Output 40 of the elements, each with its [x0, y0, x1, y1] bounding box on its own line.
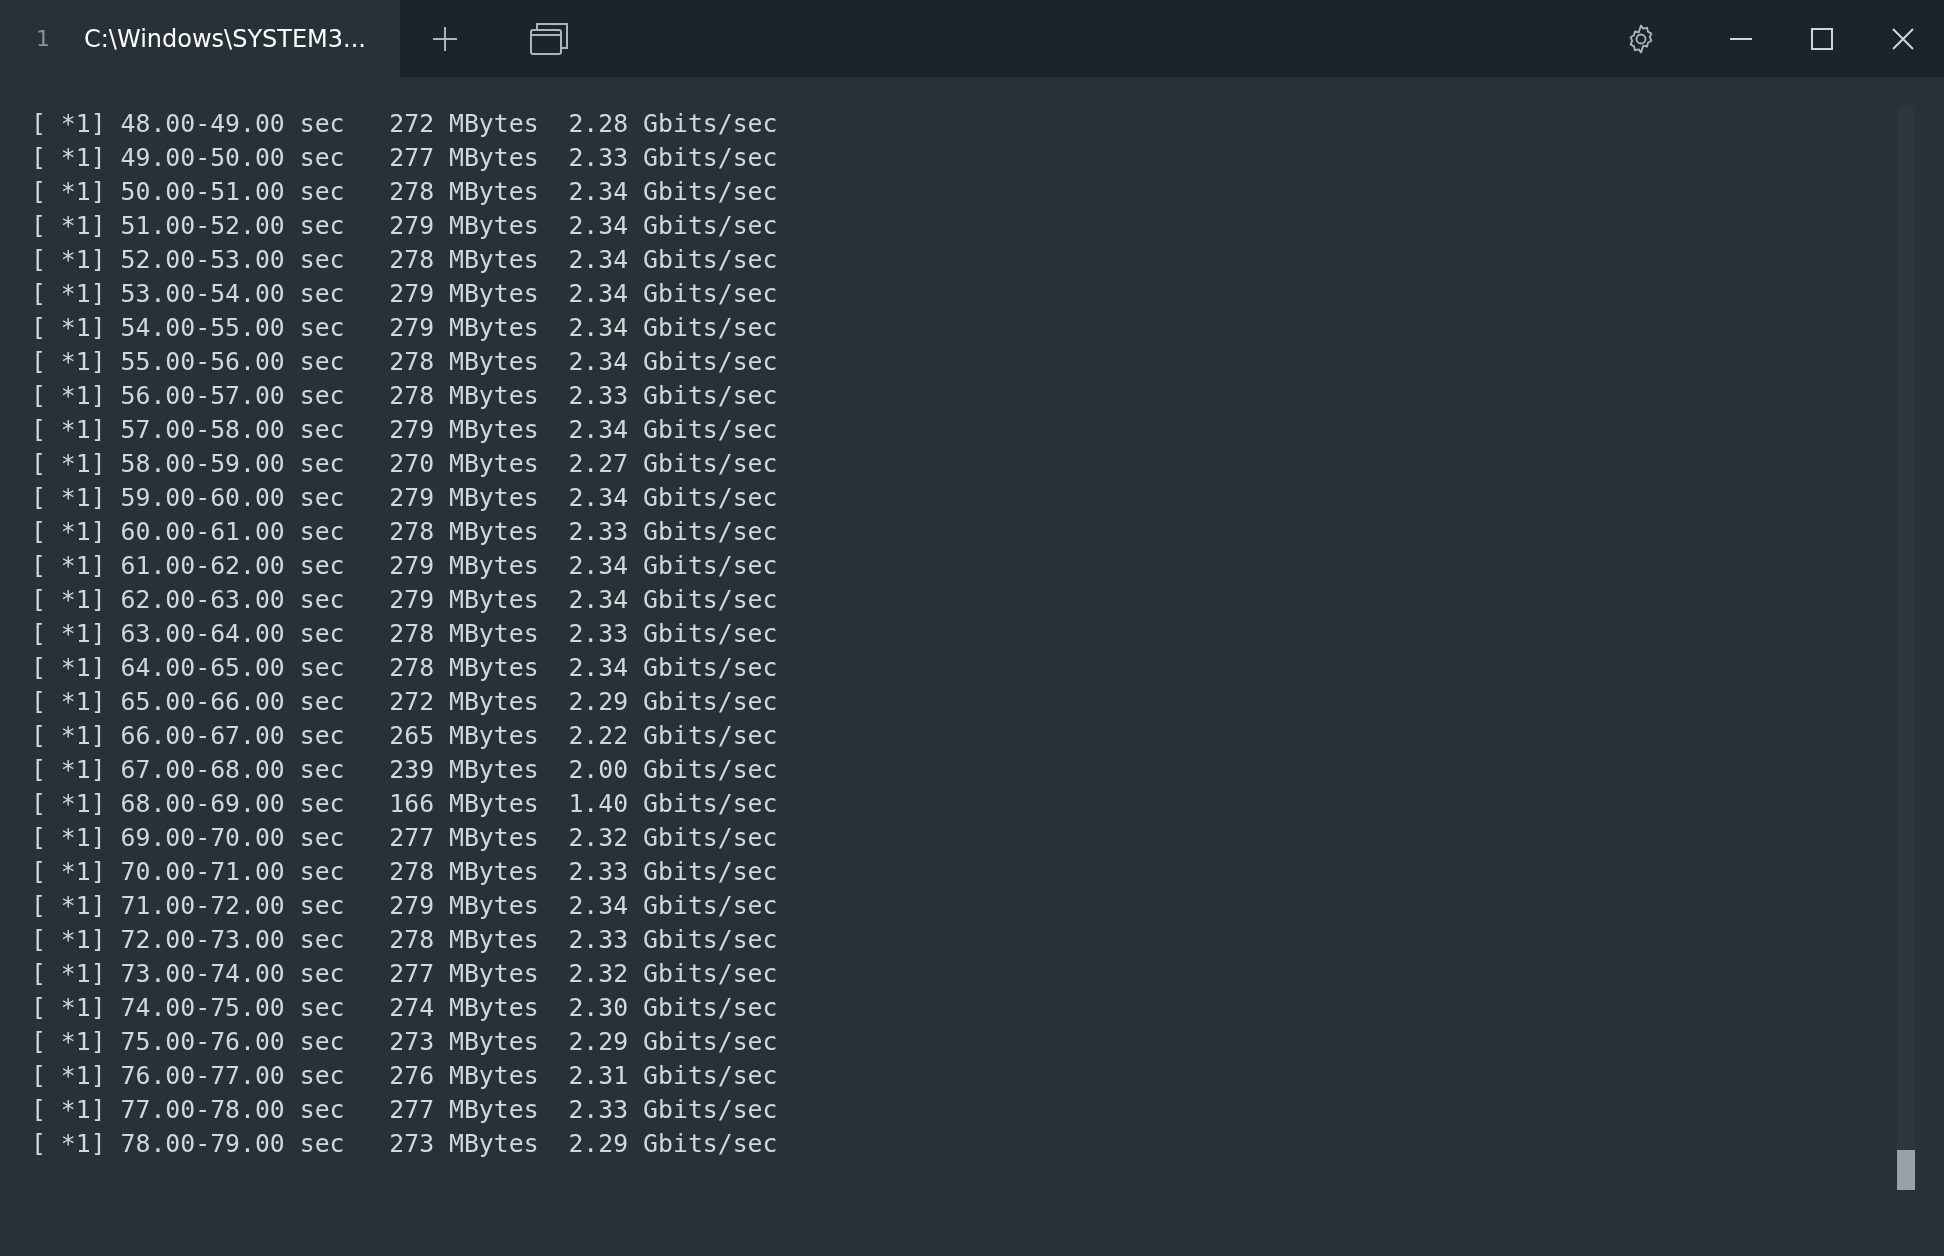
terminal-output-line: [ *1] 62.00-63.00 sec 279 MBytes 2.34 Gbits/sec — [31, 584, 779, 616]
terminal-output-line: [ *1] 73.00-74.00 sec 277 MBytes 2.32 Gbits/sec — [31, 958, 779, 990]
terminal-output-line: [ *1] 58.00-59.00 sec 270 MBytes 2.27 Gbits/sec — [31, 448, 779, 480]
terminal-output-line: [ *1] 51.00-52.00 sec 279 MBytes 2.34 Gbits/sec — [31, 210, 779, 242]
terminal-output-line: [ *1] 76.00-77.00 sec 276 MBytes 2.31 Gbits/sec — [31, 1060, 779, 1092]
terminal-output-line: [ *1] 64.00-65.00 sec 278 MBytes 2.34 Gbits/sec — [31, 652, 779, 684]
terminal-output-line: [ *1] 59.00-60.00 sec 279 MBytes 2.34 Gbits/sec — [31, 482, 779, 514]
terminal-output-line: [ *1] 48.00-49.00 sec 272 MBytes 2.28 Gbits/sec — [31, 108, 779, 140]
terminal-tab[interactable]: 1 C:\Windows\SYSTEM3... — [0, 0, 400, 77]
terminal-output-line: [ *1] 61.00-62.00 sec 279 MBytes 2.34 Gbits/sec — [31, 550, 779, 582]
terminal-output-line: [ *1] 50.00-51.00 sec 278 MBytes 2.34 Gbits/sec — [31, 176, 779, 208]
tab-number: 1 — [36, 26, 50, 51]
terminal-output-line: [ *1] 55.00-56.00 sec 278 MBytes 2.34 Gbits/sec — [31, 346, 779, 378]
terminal-output-line: [ *1] 60.00-61.00 sec 278 MBytes 2.33 Gbits/sec — [31, 516, 779, 548]
terminal-output-line: [ *1] 74.00-75.00 sec 274 MBytes 2.30 Gbits/sec — [31, 992, 779, 1024]
terminal-output-line: [ *1] 49.00-50.00 sec 277 MBytes 2.33 Gbits/sec — [31, 142, 779, 174]
close-icon[interactable] — [1892, 27, 1914, 50]
terminal-output-line: [ *1] 66.00-67.00 sec 265 MBytes 2.22 Gbits/sec — [31, 720, 779, 752]
terminal-output-line: [ *1] 78.00-79.00 sec 273 MBytes 2.29 Gbits/sec — [31, 1128, 779, 1160]
terminal-output-line: [ *1] 52.00-53.00 sec 278 MBytes 2.34 Gbits/sec — [31, 244, 779, 276]
terminal-output-line: [ *1] 57.00-58.00 sec 279 MBytes 2.34 Gbits/sec — [31, 414, 779, 446]
terminal-output-line: [ *1] 68.00-69.00 sec 166 MBytes 1.40 Gbits/sec — [31, 788, 779, 820]
terminal-output-line: [ *1] 77.00-78.00 sec 277 MBytes 2.33 Gbits/sec — [31, 1094, 779, 1126]
maximize-icon[interactable] — [1811, 27, 1833, 50]
scrollbar-thumb[interactable] — [1897, 1150, 1915, 1190]
terminal-output-line: [ *1] 69.00-70.00 sec 277 MBytes 2.32 Gbits/sec — [31, 822, 779, 854]
terminal-output-line: [ *1] 71.00-72.00 sec 279 MBytes 2.34 Gbits/sec — [31, 890, 779, 922]
terminal-output-line: [ *1] 70.00-71.00 sec 278 MBytes 2.33 Gbits/sec — [31, 856, 779, 888]
minimize-icon[interactable] — [1730, 37, 1752, 40]
terminal-output-line: [ *1] 67.00-68.00 sec 239 MBytes 2.00 Gbits/sec — [31, 754, 779, 786]
terminal-output-line: [ *1] 53.00-54.00 sec 279 MBytes 2.34 Gbits/sec — [31, 278, 779, 310]
terminal-output-line: [ *1] 65.00-66.00 sec 272 MBytes 2.29 Gbits/sec — [31, 686, 779, 718]
terminal-output-line: [ *1] 75.00-76.00 sec 273 MBytes 2.29 Gbits/sec — [31, 1026, 779, 1058]
terminal-output-line: [ *1] 63.00-64.00 sec 278 MBytes 2.33 Gbits/sec — [31, 618, 779, 650]
new-tab-icon[interactable] — [432, 25, 458, 52]
tab-title: C:\Windows\SYSTEM3... — [84, 24, 366, 53]
window-icon[interactable] — [530, 22, 568, 55]
terminal-output-line: [ *1] 54.00-55.00 sec 279 MBytes 2.34 Gbits/sec — [31, 312, 779, 344]
terminal-output-line: [ *1] 56.00-57.00 sec 278 MBytes 2.33 Gbits/sec — [31, 380, 779, 412]
terminal-output-line: [ *1] 72.00-73.00 sec 278 MBytes 2.33 Gbits/sec — [31, 924, 779, 956]
